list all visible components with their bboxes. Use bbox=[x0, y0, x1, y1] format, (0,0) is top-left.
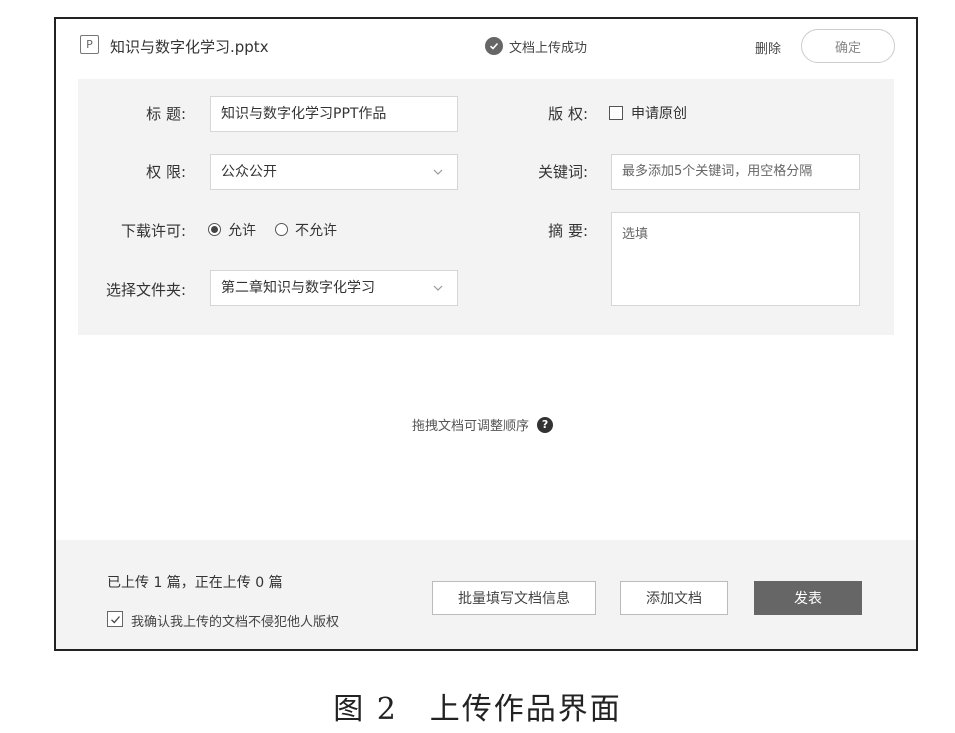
summary-label: 摘 要: bbox=[548, 222, 588, 240]
add-document-button[interactable]: 添加文档 bbox=[620, 581, 728, 615]
file-header: P 知识与数字化学习.pptx 文档上传成功 删除 确定 bbox=[80, 29, 895, 63]
drag-hint-text: 拖拽文档可调整顺序 bbox=[412, 419, 530, 434]
publish-button[interactable]: 发表 bbox=[754, 581, 862, 615]
batch-fill-button[interactable]: 批量填写文档信息 bbox=[432, 581, 596, 615]
copyright-agree-text: 我确认我上传的文档不侵犯他人版权 bbox=[131, 615, 340, 630]
download-deny-radio[interactable] bbox=[275, 223, 288, 236]
copyright-agree-checkbox[interactable] bbox=[107, 611, 123, 627]
permission-label: 权 限: bbox=[146, 163, 186, 181]
file-name: 知识与数字化学习.pptx bbox=[110, 38, 269, 56]
title-input[interactable]: 知识与数字化学习PPT作品 bbox=[210, 96, 458, 132]
upload-count-text: 已上传 1 篇，正在上传 0 篇 bbox=[107, 575, 283, 591]
help-icon[interactable]: ? bbox=[537, 416, 554, 433]
figure-caption: 图 2 上传作品界面 bbox=[333, 692, 622, 727]
chevron-down-icon bbox=[433, 285, 443, 291]
download-allow-label: 允许 bbox=[228, 223, 256, 239]
document-info-form: 标 题: 知识与数字化学习PPT作品 权 限: 公众公开 下载许可: 允许 不允… bbox=[78, 79, 894, 335]
keywords-input[interactable]: 最多添加5个关键词，用空格分隔 bbox=[611, 154, 860, 190]
title-label: 标 题: bbox=[146, 105, 186, 123]
confirm-button[interactable]: 确定 bbox=[801, 29, 895, 63]
checkmark-icon bbox=[110, 615, 120, 623]
download-deny-label: 不允许 bbox=[295, 223, 337, 239]
ppt-file-icon: P bbox=[80, 35, 99, 54]
folder-label: 选择文件夹: bbox=[105, 281, 186, 299]
folder-select[interactable]: 第二章知识与数字化学习 bbox=[210, 270, 458, 306]
original-label: 申请原创 bbox=[631, 106, 687, 122]
download-allow-radio[interactable] bbox=[208, 223, 221, 236]
folder-value: 第二章知识与数字化学习 bbox=[221, 280, 375, 296]
chevron-down-icon bbox=[433, 169, 443, 175]
delete-link[interactable]: 删除 bbox=[755, 38, 781, 57]
download-label: 下载许可: bbox=[120, 222, 186, 240]
keywords-label: 关键词: bbox=[537, 163, 588, 181]
status-text: 文档上传成功 bbox=[509, 40, 588, 56]
success-check-icon bbox=[485, 37, 503, 55]
upload-footer: 已上传 1 篇，正在上传 0 篇 我确认我上传的文档不侵犯他人版权 批量填写文档… bbox=[56, 540, 916, 649]
upload-window: P 知识与数字化学习.pptx 文档上传成功 删除 确定 标 题: 知识与数字化… bbox=[54, 17, 918, 651]
original-checkbox[interactable] bbox=[609, 106, 623, 120]
summary-textarea[interactable]: 选填 bbox=[611, 212, 860, 306]
permission-select[interactable]: 公众公开 bbox=[210, 154, 458, 190]
drag-hint: 拖拽文档可调整顺序 ? bbox=[412, 415, 554, 434]
permission-value: 公众公开 bbox=[221, 164, 277, 180]
copyright-label: 版 权: bbox=[548, 105, 588, 123]
upload-status: 文档上传成功 bbox=[485, 35, 587, 57]
